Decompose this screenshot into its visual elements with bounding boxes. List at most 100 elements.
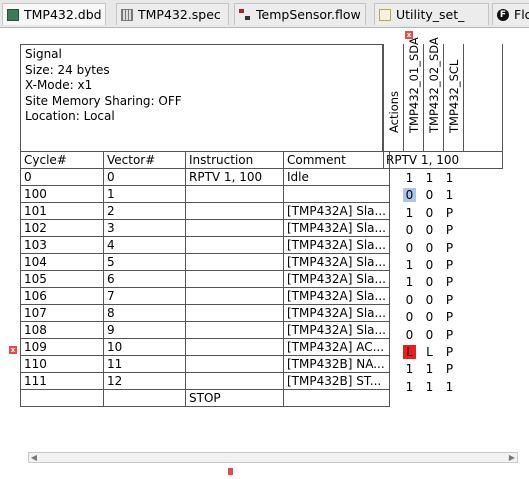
pin-value-cell[interactable]: P	[443, 275, 456, 289]
table-row[interactable]: 104 5 [TMP432A] Sla...	[20, 253, 390, 271]
comment-cell[interactable]: [TMP432A] Sla...	[283, 304, 390, 322]
pin-value-cell[interactable]	[403, 397, 416, 411]
instruction-cell[interactable]	[185, 338, 284, 356]
comment-cell[interactable]: [TMP432B] ST...	[283, 372, 390, 390]
pin-value-cell[interactable]: P	[443, 258, 456, 272]
comment-cell[interactable]: [TMP432B] NA...	[283, 355, 390, 373]
scroll-left-arrow-icon[interactable]: ◀	[29, 453, 39, 462]
pin-value-cell[interactable]: 0	[403, 310, 416, 324]
vector-cell[interactable]: 9	[103, 321, 186, 339]
pin-column-header[interactable]: TMP432_01_SDA	[403, 37, 423, 151]
cycle-cell[interactable]: 109	[20, 338, 104, 356]
comment-cell[interactable]: [TMP432A] Sla...	[283, 219, 390, 237]
cycle-cell[interactable]: 104	[20, 253, 104, 271]
pin-value-cell[interactable]: 1	[423, 362, 436, 376]
pin-value-cell[interactable]: 1	[403, 380, 416, 394]
vector-cell[interactable]: 2	[103, 202, 186, 220]
cycle-cell[interactable]: 105	[20, 270, 104, 288]
comment-column-header[interactable]: Comment	[283, 151, 390, 169]
instruction-cell[interactable]	[185, 304, 284, 322]
vector-cell[interactable]: 5	[103, 253, 186, 271]
pin-value-cell[interactable]: P	[443, 345, 456, 359]
table-row[interactable]: 111 12 [TMP432B] ST...	[20, 372, 390, 390]
comment-cell[interactable]	[283, 185, 390, 203]
comment-cell[interactable]: [TMP432A] Sla...	[283, 270, 390, 288]
pin-value-cell[interactable]: 0	[423, 223, 436, 237]
instruction-cell[interactable]	[185, 202, 284, 220]
instruction-cell[interactable]: STOP	[185, 389, 284, 407]
table-row[interactable]: 102 3 [TMP432A] Sla...	[20, 219, 390, 237]
pin-value-cell[interactable]: 1	[443, 380, 456, 394]
vector-cell[interactable]	[103, 389, 186, 407]
vector-cell[interactable]: 0	[103, 168, 186, 186]
cycle-cell[interactable]: 111	[20, 372, 104, 390]
comment-cell[interactable]: [TMP432A] Sla...	[283, 202, 390, 220]
tab-tmp432-dbd[interactable]: TMP432.dbd	[2, 3, 106, 25]
cycle-cell[interactable]: 108	[20, 321, 104, 339]
pin-value-cell[interactable]: P	[443, 310, 456, 324]
table-row[interactable]: 106 7 [TMP432A] Sla...	[20, 287, 390, 305]
instruction-cell[interactable]	[185, 355, 284, 373]
table-row[interactable]: 110 11 [TMP432B] NA...	[20, 355, 390, 373]
cycle-cell[interactable]: 102	[20, 219, 104, 237]
vector-cell[interactable]: 1	[103, 185, 186, 203]
pin-value-cell[interactable]: 0	[423, 328, 436, 342]
pin-value-cell[interactable]: 1	[403, 362, 416, 376]
comment-cell[interactable]: [TMP432A] Sla...	[283, 236, 390, 254]
tab-tempsensor-flow[interactable]: TempSensor.flow	[234, 3, 366, 25]
comment-cell[interactable]: [TMP432A] Sla...	[283, 287, 390, 305]
pin-value-cell[interactable]: 1	[403, 206, 416, 220]
pin-value-cell[interactable]: 1	[443, 171, 456, 185]
comment-cell[interactable]	[283, 389, 390, 407]
table-row[interactable]: 107 8 [TMP432A] Sla...	[20, 304, 390, 322]
pin-value-cell[interactable]: 1	[423, 171, 436, 185]
vector-cell[interactable]: 7	[103, 287, 186, 305]
pin-column-header[interactable]: TMP432_02_SDA	[423, 37, 443, 151]
cycle-cell[interactable]: 101	[20, 202, 104, 220]
pin-value-cell[interactable]: P	[443, 293, 456, 307]
pin-value-cell[interactable]: 1	[403, 275, 416, 289]
tab-flow-partial[interactable]: F Flo	[492, 3, 529, 25]
table-row[interactable]: 100 1	[20, 185, 390, 203]
pin-value-cell[interactable]: 0	[403, 328, 416, 342]
pin-value-cell[interactable]: L	[403, 345, 416, 359]
pin-value-cell[interactable]: 0	[423, 206, 436, 220]
tab-utility-set[interactable]: Utility_set_	[374, 3, 489, 25]
vector-cell[interactable]: 3	[103, 219, 186, 237]
table-row[interactable]: 103 4 [TMP432A] Sla...	[20, 236, 390, 254]
table-row[interactable]: STOP	[20, 389, 390, 407]
pin-value-cell[interactable]: 0	[403, 188, 416, 203]
pin-value-cell[interactable]: 0	[403, 241, 416, 255]
cycle-cell[interactable]: 103	[20, 236, 104, 254]
instruction-cell[interactable]	[185, 321, 284, 339]
instruction-cell[interactable]	[185, 372, 284, 390]
pin-value-cell[interactable]: 0	[423, 275, 436, 289]
comment-cell[interactable]: [TMP432A] Sla...	[283, 321, 390, 339]
table-row[interactable]: 101 2 [TMP432A] Sla...	[20, 202, 390, 220]
instruction-cell[interactable]	[185, 236, 284, 254]
scroll-right-arrow-icon[interactable]: ▶	[507, 453, 517, 462]
tab-tmp432-spec[interactable]: TMP432.spec	[116, 3, 229, 25]
pin-value-cell[interactable]: 0	[423, 188, 436, 202]
instruction-cell[interactable]	[185, 185, 284, 203]
vector-cell[interactable]: 12	[103, 372, 186, 390]
instruction-cell[interactable]	[185, 270, 284, 288]
pin-value-cell[interactable]: 1	[403, 171, 416, 185]
instruction-cell[interactable]: RPTV 1, 100	[185, 168, 284, 186]
pin-column-header[interactable]: TMP432_SCL	[443, 44, 463, 151]
vector-cell[interactable]: 11	[103, 355, 186, 373]
pin-value-cell[interactable]	[423, 397, 436, 411]
pin-value-cell[interactable]: 1	[403, 258, 416, 272]
pin-value-cell[interactable]: 0	[423, 293, 436, 307]
pin-value-cell[interactable]: 0	[403, 223, 416, 237]
vector-cell[interactable]: 6	[103, 270, 186, 288]
pin-value-cell[interactable]: P	[443, 328, 456, 342]
vector-cell[interactable]: 10	[103, 338, 186, 356]
pin-value-cell[interactable]: 1	[443, 188, 456, 202]
pin-value-cell[interactable]	[443, 397, 456, 411]
cycle-column-header[interactable]: Cycle#	[20, 151, 104, 169]
comment-cell[interactable]: [TMP432A] AC...	[283, 338, 390, 356]
pin-value-cell[interactable]: 0	[423, 258, 436, 272]
pin-value-cell[interactable]: P	[443, 223, 456, 237]
pin-value-cell[interactable]: 0	[403, 293, 416, 307]
